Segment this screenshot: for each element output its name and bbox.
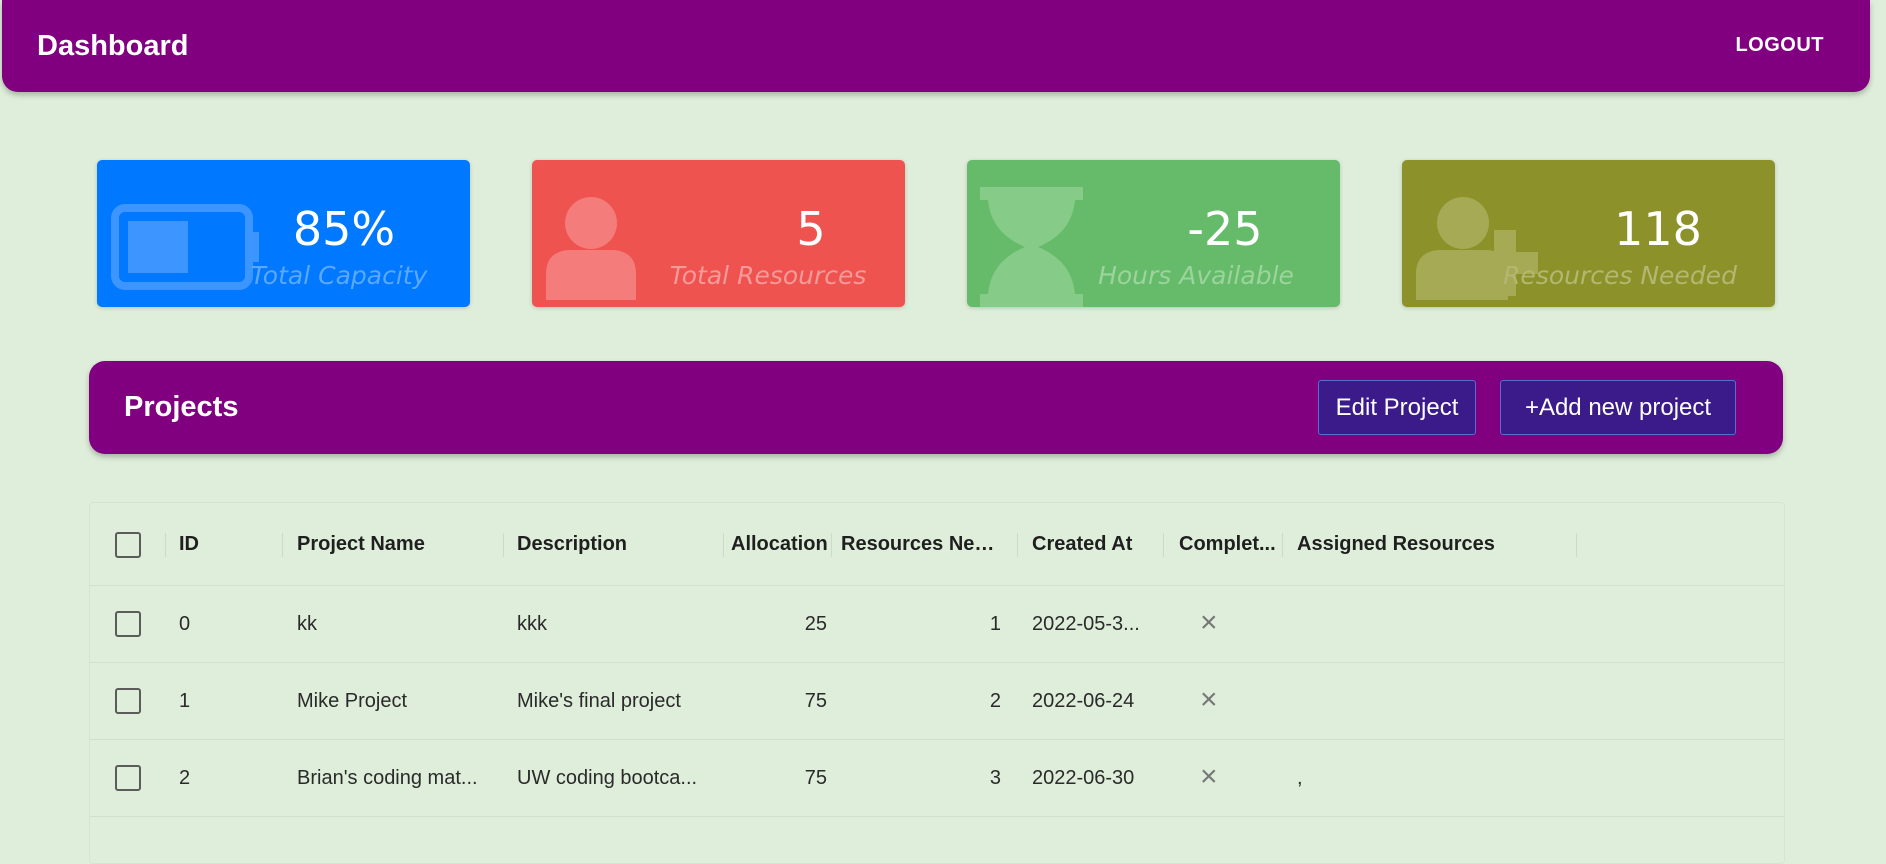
cell-description: Mike's final project [517, 690, 681, 712]
cell-assigned-resources: , [1297, 767, 1303, 789]
column-separator [1282, 533, 1283, 557]
capacity-label: Total Capacity [250, 261, 428, 290]
row-checkbox[interactable] [115, 611, 141, 637]
row-checkbox[interactable] [115, 765, 141, 791]
column-separator [1017, 533, 1018, 557]
column-separator [1163, 533, 1164, 557]
hourglass-icon [980, 187, 1083, 307]
cell-created-at: 2022-06-24 [1032, 690, 1135, 712]
total-resources-card: 5 Total Resources [532, 160, 905, 307]
app-title: Dashboard [37, 30, 189, 62]
cell-project-name: Brian's coding mat... [297, 767, 478, 789]
projects-toolbar: Projects Edit Project +Add new project [89, 361, 1783, 454]
resources-needed-card: 118 Resources Needed [1402, 160, 1775, 307]
column-header-description[interactable]: Description [517, 533, 717, 556]
hours-value: -25 [1187, 202, 1263, 256]
column-header-allocation[interactable]: Allocation [731, 533, 831, 556]
column-separator [831, 533, 832, 557]
column-separator [503, 533, 504, 557]
cell-resources-needed: 3 [989, 767, 1001, 789]
not-completed-icon: × [1200, 606, 1218, 639]
capacity-value: 85% [292, 202, 396, 256]
column-separator [282, 533, 283, 557]
cell-project-name: kk [297, 613, 317, 635]
column-header-completed[interactable]: Complet... [1179, 533, 1279, 556]
person-icon [546, 197, 636, 300]
total-capacity-card: 85% Total Capacity [97, 160, 470, 307]
cell-id: 0 [179, 613, 191, 635]
cell-created-at: 2022-05-3... [1032, 613, 1140, 635]
resources-value: 5 [796, 202, 826, 256]
cell-description: kkk [517, 613, 547, 635]
table-header: ID Project Name Description Allocation R… [90, 503, 1784, 586]
select-all-checkbox[interactable] [115, 532, 141, 558]
cell-resources-needed: 1 [989, 613, 1001, 635]
column-separator [165, 533, 166, 557]
table-row[interactable]: 1 Mike Project Mike's final project 75 2… [90, 663, 1784, 740]
column-header-created-at[interactable]: Created At [1032, 533, 1172, 556]
cell-description: UW coding bootca... [517, 767, 698, 789]
column-header-id[interactable]: ID [179, 533, 279, 556]
not-completed-icon: × [1200, 760, 1218, 793]
app-bar: Dashboard LOGOUT [2, 0, 1870, 92]
column-header-resources-needed[interactable]: Resources Nee... [841, 533, 1001, 556]
hours-available-card: -25 Hours Available [967, 160, 1340, 307]
cell-allocation: 75 [804, 767, 827, 789]
cell-id: 2 [179, 767, 191, 789]
cell-id: 1 [179, 690, 191, 712]
edit-project-button[interactable]: Edit Project [1318, 380, 1476, 435]
cell-created-at: 2022-06-30 [1032, 767, 1135, 789]
column-header-project-name[interactable]: Project Name [297, 533, 497, 556]
cell-allocation: 25 [804, 613, 827, 635]
column-separator [723, 533, 724, 557]
not-completed-icon: × [1200, 683, 1218, 716]
cell-project-name: Mike Project [297, 690, 408, 712]
projects-title: Projects [124, 391, 239, 423]
row-checkbox[interactable] [115, 688, 141, 714]
table-row[interactable]: 0 kk kkk 25 1 2022-05-3... × [90, 586, 1784, 663]
cell-allocation: 75 [804, 690, 827, 712]
add-project-button[interactable]: +Add new project [1500, 380, 1736, 435]
logout-button[interactable]: LOGOUT [1735, 34, 1824, 57]
column-separator [1576, 533, 1577, 557]
resources-label: Total Resources [669, 261, 867, 290]
table-row[interactable]: 2 Brian's coding mat... UW coding bootca… [90, 740, 1784, 817]
needed-label: Resources Needed [1503, 261, 1737, 290]
projects-table: ID Project Name Description Allocation R… [89, 502, 1785, 864]
column-header-assigned-resources[interactable]: Assigned Resources [1297, 533, 1557, 556]
hours-label: Hours Available [1098, 261, 1294, 290]
cell-resources-needed: 2 [989, 690, 1001, 712]
needed-value: 118 [1614, 202, 1702, 256]
